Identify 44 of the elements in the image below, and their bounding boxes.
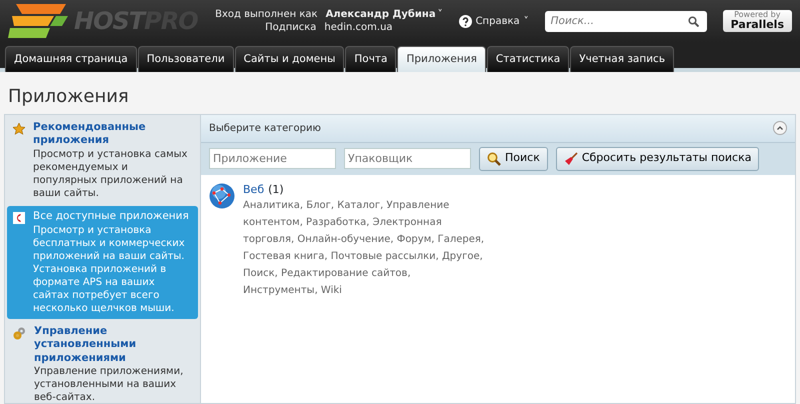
catalog-icon — [13, 212, 25, 224]
nav-tab[interactable]: Пользователи — [138, 46, 234, 72]
login-label: Вход выполнен как — [215, 8, 318, 21]
category-link[interactable]: Веб — [243, 182, 264, 197]
item-title: Все доступные приложения — [33, 210, 190, 224]
broom-icon — [564, 152, 578, 166]
sidebar-item[interactable]: Рекомендованные приложения Просмотр и установка самых рекомендуемых и популярных приложений на ваши сайты. — [7, 116, 198, 204]
panel-title: Выберите категорию — [209, 122, 321, 135]
item-description: Просмотр и установка бесплатных и коммерческих приложений на ваши сайты. Установка приложений в формате APS на ваших сайтах потребует всего несколько щелчков мыши. — [33, 224, 186, 315]
caret-icon[interactable]: ˅ — [438, 8, 443, 21]
subscription-label: Подписка — [265, 21, 316, 34]
globe-icon — [209, 182, 235, 209]
filter-field[interactable]: Приложение — [209, 148, 336, 170]
nav-tab[interactable]: Статистика — [486, 46, 570, 72]
user-menu[interactable]: Александр Дубина — [326, 8, 436, 21]
nav-tab[interactable]: Домашняя страница — [5, 46, 137, 72]
item-description: Просмотр и установка самых рекомендуемых и популярных приложений на ваши сайты. — [33, 148, 188, 200]
item-title: Рекомендованные приложения — [33, 120, 147, 148]
search-icon[interactable] — [688, 16, 699, 26]
help-icon — [458, 14, 472, 28]
nav-tab[interactable]: Учетная запись — [570, 46, 674, 72]
caret-icon[interactable]: ˅ — [524, 14, 529, 28]
search-field[interactable]: Поиск... — [544, 10, 707, 32]
nav-tab[interactable]: Почта — [345, 46, 396, 72]
nav-tab[interactable]: Сайты и домены — [234, 46, 344, 72]
page-title: Приложения — [7, 86, 130, 108]
powered-label: Powered by — [734, 10, 780, 19]
collapse-icon[interactable] — [773, 121, 787, 136]
category-count: (1) — [268, 182, 284, 197]
subscription-link[interactable]: hedin.com.ua — [324, 21, 393, 34]
logo-icon — [8, 2, 70, 40]
filter-field[interactable]: Упаковщик — [344, 148, 471, 170]
search-icon — [487, 152, 501, 166]
search-button[interactable]: Поиск — [479, 146, 548, 171]
item-description: Управление приложениями, установленными на ваших веб-сайтах. — [34, 365, 184, 404]
help-menu[interactable]: Справка — [476, 14, 520, 28]
star-icon — [13, 122, 25, 135]
nav-tab[interactable]: Приложения — [397, 46, 486, 72]
reset-button[interactable]: Сбросить результаты поиска — [556, 146, 760, 171]
item-title: Управление установленными приложениями — [34, 324, 138, 366]
sidebar-item[interactable]: Управление установленными приложениями Управление приложениями, установленными на ваших веб-сайтах. — [7, 320, 198, 404]
parallels-text: Parallels — [730, 19, 784, 32]
gears-icon — [13, 326, 26, 340]
category-tags: Аналитика, Блог, Каталог, Управление контентом, Разработка, Электронная торговля, Онлайн-обучение, Форум, Галерея, Гостевая книга, Почтовые рассылки, Другое, Поиск, Редактирование сайтов, Инструменты, Wiki — [243, 196, 488, 299]
